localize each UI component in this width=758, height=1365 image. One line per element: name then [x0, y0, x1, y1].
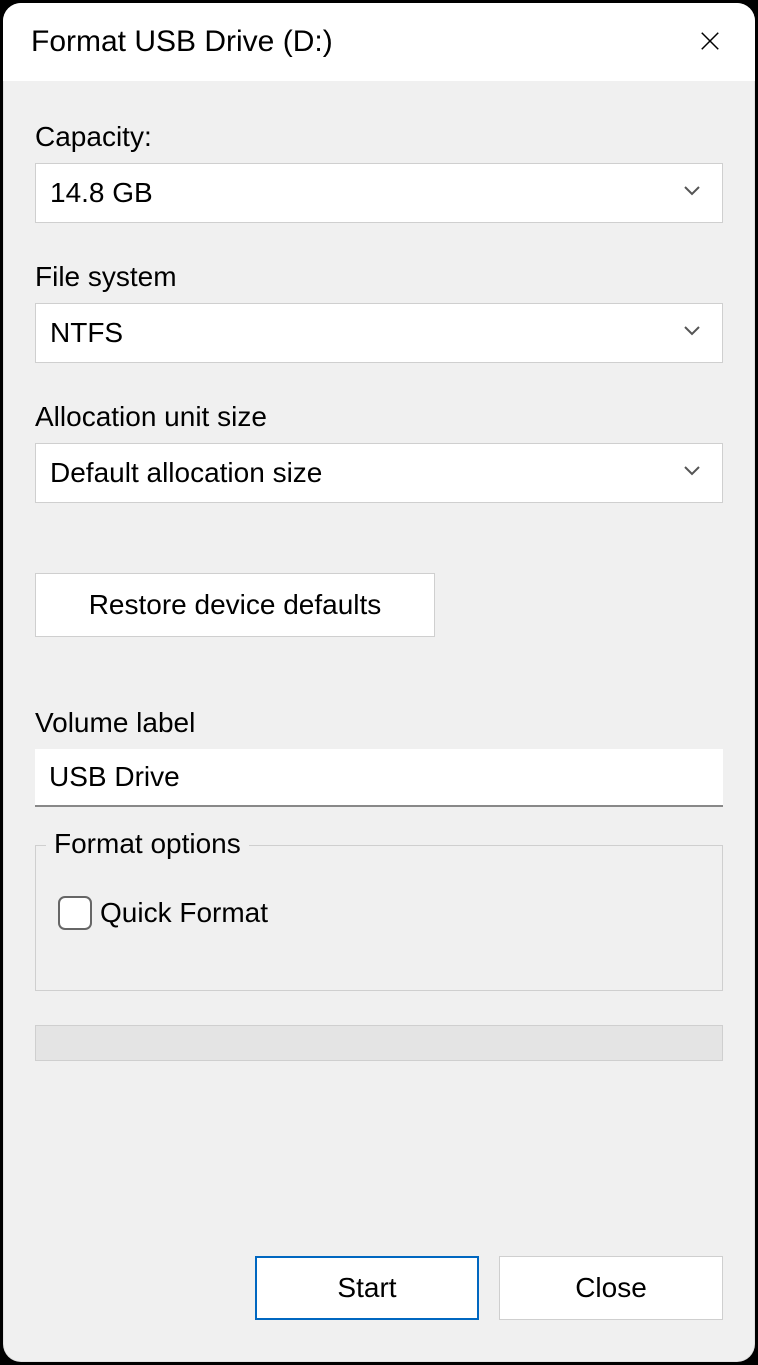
format-dialog: Format USB Drive (D:) Capacity: 14.8 GB … — [3, 3, 755, 1362]
quick-format-row: Quick Format — [58, 896, 700, 930]
restore-defaults-button[interactable]: Restore device defaults — [35, 573, 435, 637]
close-icon — [699, 30, 721, 55]
quick-format-label: Quick Format — [100, 897, 268, 929]
allocation-label: Allocation unit size — [35, 401, 723, 433]
volume-label-input[interactable] — [35, 749, 723, 807]
format-options-group: Format options Quick Format — [35, 845, 723, 991]
close-button[interactable]: Close — [499, 1256, 723, 1320]
format-options-legend: Format options — [46, 828, 249, 860]
chevron-down-icon — [680, 177, 704, 209]
dialog-button-row: Start Close — [35, 1226, 723, 1332]
filesystem-select[interactable]: NTFS — [35, 303, 723, 363]
dialog-body: Capacity: 14.8 GB File system NTFS Alloc… — [3, 81, 755, 1362]
window-title: Format USB Drive (D:) — [31, 25, 333, 59]
start-button[interactable]: Start — [255, 1256, 479, 1320]
titlebar: Format USB Drive (D:) — [3, 3, 755, 81]
allocation-select[interactable]: Default allocation size — [35, 443, 723, 503]
chevron-down-icon — [680, 317, 704, 349]
window-close-button[interactable] — [687, 19, 733, 65]
filesystem-label: File system — [35, 261, 723, 293]
capacity-label: Capacity: — [35, 121, 723, 153]
chevron-down-icon — [680, 457, 704, 489]
quick-format-checkbox[interactable] — [58, 896, 92, 930]
volume-label-label: Volume label — [35, 707, 723, 739]
allocation-value: Default allocation size — [50, 457, 322, 489]
filesystem-value: NTFS — [50, 317, 123, 349]
capacity-value: 14.8 GB — [50, 177, 153, 209]
progress-bar — [35, 1025, 723, 1061]
capacity-select[interactable]: 14.8 GB — [35, 163, 723, 223]
